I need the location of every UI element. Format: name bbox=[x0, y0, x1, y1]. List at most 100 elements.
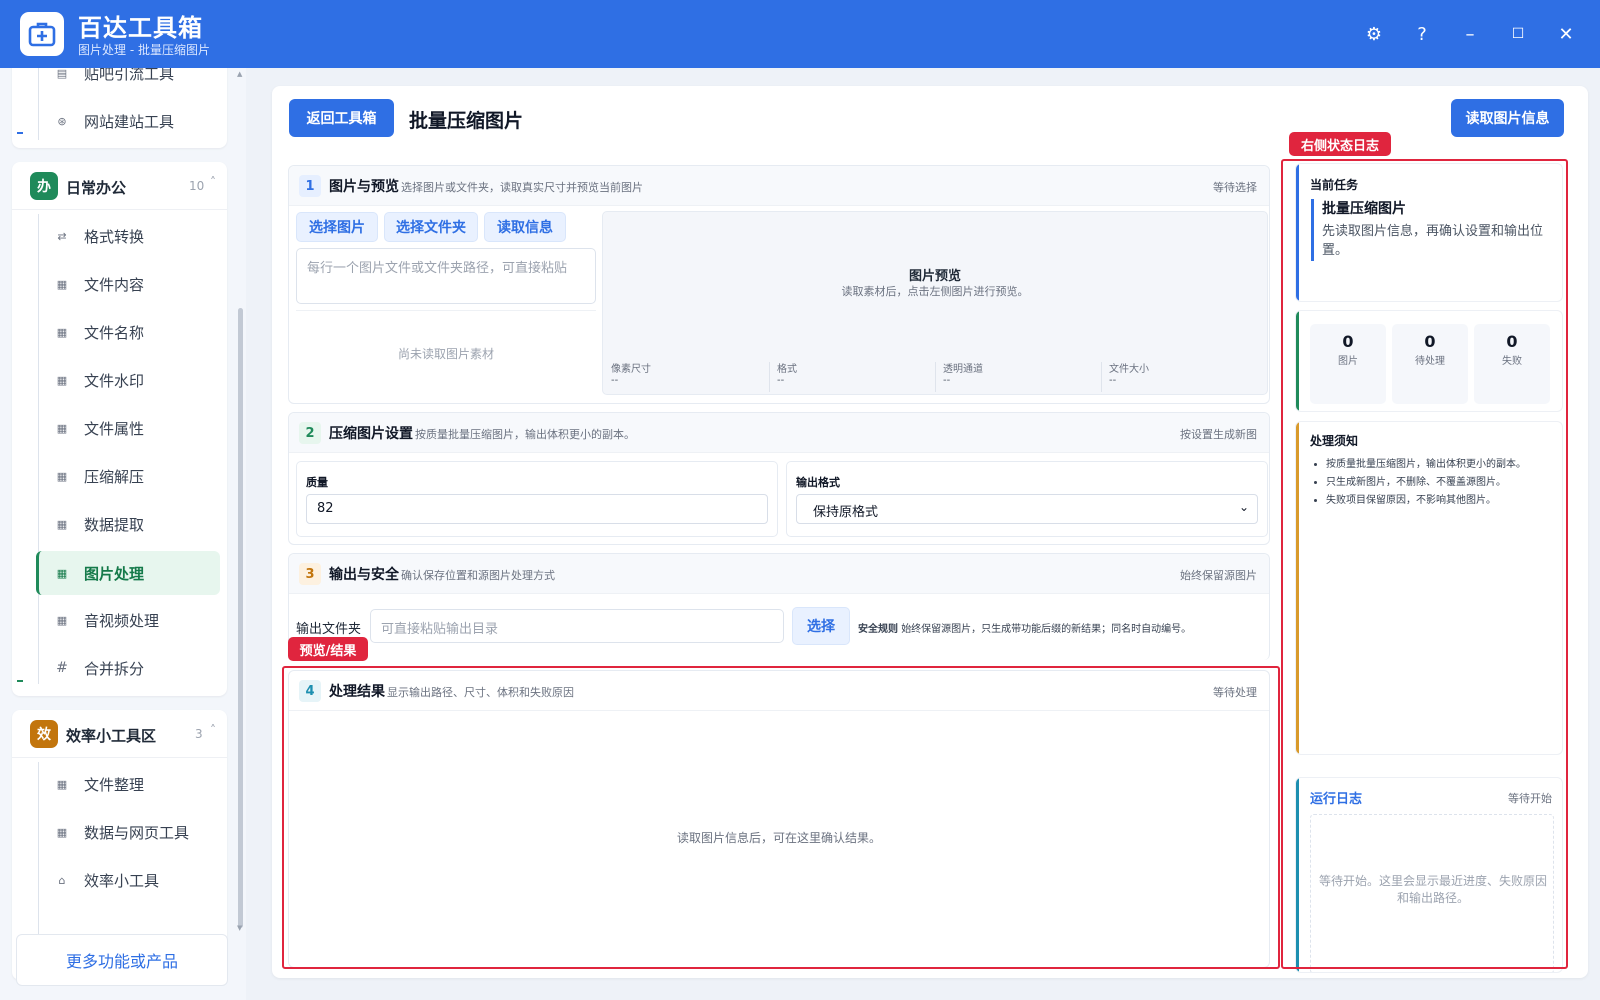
safety-rule: 安全规则 始终保留源图片，只生成带功能后缀的新结果；同名时自动编号。 bbox=[858, 620, 1191, 635]
divider bbox=[296, 310, 596, 311]
chevron-up-icon[interactable]: ˄ bbox=[210, 723, 216, 737]
sidebar-item-file-organize[interactable]: ▦ 文件整理 bbox=[24, 763, 220, 805]
title-bar: 百达工具箱 图片处理 - 批量压缩图片 ⚙ ? – ☐ ✕ bbox=[0, 0, 1600, 68]
sidebar-item-merge-split[interactable]: # 合并拆分 bbox=[24, 647, 220, 689]
section-header: 3 输出与安全 确认保存位置和源图片处理方式 始终保留源图片 bbox=[289, 554, 1269, 594]
pixel-size-field: 像素尺寸 -- bbox=[611, 360, 777, 394]
efficiency-category-icon: 效 bbox=[30, 720, 58, 748]
swap-icon: ⇄ bbox=[57, 229, 67, 243]
sidebar-item-website[interactable]: ⊛ 网站建站工具 bbox=[24, 100, 220, 142]
section-number: 2 bbox=[299, 422, 321, 444]
sidebar-item-label: 图片处理 bbox=[84, 564, 145, 583]
sidebar-item-label: 压缩解压 bbox=[84, 467, 145, 486]
box-icon: ⌂ bbox=[58, 873, 66, 887]
quality-label: 质量 bbox=[306, 476, 328, 489]
accent-mark bbox=[17, 680, 23, 682]
field-value: -- bbox=[943, 375, 951, 386]
note-item: 按质量批量压缩图片，输出体积更小的副本。 bbox=[1326, 456, 1558, 474]
field-label: 透明通道 bbox=[943, 364, 983, 375]
divider bbox=[769, 362, 770, 392]
stat-label: 待处理 bbox=[1415, 356, 1445, 367]
grid-icon: ▦ bbox=[56, 421, 68, 435]
sidebar-item-label: 数据与网页工具 bbox=[84, 823, 190, 842]
safety-rule-text: 始终保留源图片，只生成带功能后缀的新结果；同名时自动编号。 bbox=[901, 624, 1192, 635]
select-output-button[interactable]: 选择 bbox=[792, 607, 850, 645]
app-subtitle: 图片处理 - 批量压缩图片 bbox=[78, 43, 210, 57]
sidebar-item-compress-extract[interactable]: ▦ 压缩解压 bbox=[24, 455, 220, 497]
back-to-toolbox-button[interactable]: 返回工具箱 bbox=[289, 99, 394, 137]
category-office-title[interactable]: 日常办公 bbox=[66, 177, 126, 198]
section-header: 2 压缩图片设置 按质量批量压缩图片，输出体积更小的副本。 按设置生成新图 bbox=[289, 413, 1269, 453]
sidebar-item-label: 文件整理 bbox=[84, 775, 145, 794]
select-folder-button[interactable]: 选择文件夹 bbox=[384, 212, 478, 242]
toolbox-icon bbox=[20, 12, 64, 56]
chevron-up-icon[interactable]: ˄ bbox=[210, 175, 216, 189]
quality-input[interactable]: 82 bbox=[306, 494, 768, 524]
scroll-down-icon[interactable]: ▼ bbox=[237, 924, 242, 932]
accent-bar bbox=[1296, 778, 1299, 972]
grid-icon: ▦ bbox=[56, 517, 68, 531]
stat-number: 0 bbox=[1342, 332, 1354, 351]
sidebar-item-audio-video[interactable]: ▦ 音视频处理 bbox=[24, 599, 220, 641]
minimize-icon[interactable]: – bbox=[1458, 22, 1482, 46]
sidebar-item-file-content[interactable]: ▦ 文件内容 bbox=[24, 263, 220, 305]
sidebar-item-file-name[interactable]: ▦ 文件名称 bbox=[24, 311, 220, 353]
grid-icon: ▦ bbox=[56, 566, 68, 580]
run-log-area[interactable]: 等待开始。这里会显示最近进度、失败原因和输出路径。 bbox=[1310, 814, 1554, 972]
sidebar-item-label: 网站建站工具 bbox=[84, 112, 175, 131]
grid-icon: ▦ bbox=[56, 469, 68, 483]
sidebar-item-file-watermark[interactable]: ▦ 文件水印 bbox=[24, 359, 220, 401]
sidebar-item-file-attributes[interactable]: ▦ 文件属性 bbox=[24, 407, 220, 449]
sidebar-scrollbar[interactable]: ▲ ▼ bbox=[236, 68, 244, 938]
scroll-up-icon[interactable]: ▲ bbox=[237, 70, 242, 78]
scroll-thumb[interactable] bbox=[238, 308, 243, 928]
sidebar-item-label: 音视频处理 bbox=[84, 611, 160, 630]
grid-icon: ▦ bbox=[56, 277, 68, 291]
notes-heading: 处理须知 bbox=[1310, 434, 1359, 448]
image-paths-input[interactable]: 每行一个图片文件或文件夹路径，可直接粘贴 bbox=[296, 248, 596, 304]
stats-panel: 0 图片 0 待处理 0 失败 bbox=[1295, 310, 1563, 412]
safety-rule-label: 安全规则 bbox=[858, 624, 898, 635]
output-folder-input[interactable]: 可直接粘贴输出目录 bbox=[370, 609, 784, 643]
sidebar-item-data-web[interactable]: ▦ 数据与网页工具 bbox=[24, 811, 220, 853]
output-format-field: 输出格式 保持原格式 ⌄ bbox=[786, 461, 1268, 537]
sidebar-item-label: 文件属性 bbox=[84, 419, 145, 438]
section-title: 压缩图片设置 bbox=[329, 426, 413, 442]
image-preview-area[interactable]: 图片预览 读取素材后，点击左侧图片进行预览。 像素尺寸 -- 格式 -- 透明通道 -… bbox=[602, 211, 1268, 395]
sidebar-item-label: 贴吧引流工具 bbox=[84, 68, 175, 83]
hash-icon: # bbox=[56, 660, 68, 676]
read-image-info-button[interactable]: 读取图片信息 bbox=[1451, 99, 1564, 137]
current-task-heading: 当前任务 bbox=[1310, 178, 1359, 192]
help-icon[interactable]: ? bbox=[1410, 22, 1434, 46]
divider bbox=[935, 362, 936, 392]
status-badge: 等待处理 bbox=[1213, 686, 1257, 699]
accent-mark bbox=[17, 132, 23, 134]
grid-icon: ▦ bbox=[56, 325, 68, 339]
sidebar-item-efficiency-tools[interactable]: ⌂ 效率小工具 bbox=[24, 859, 220, 901]
settings-gear-icon[interactable]: ⚙ bbox=[1362, 22, 1386, 46]
read-info-button[interactable]: 读取信息 bbox=[484, 212, 566, 242]
category-efficiency-title[interactable]: 效率小工具区 bbox=[66, 725, 156, 746]
sidebar-item-data-extract[interactable]: ▦ 数据提取 bbox=[24, 503, 220, 545]
category-office-count: 10 bbox=[189, 179, 205, 193]
output-format-select[interactable]: 保持原格式 ⌄ bbox=[796, 494, 1258, 524]
format-field: 格式 -- bbox=[777, 360, 943, 394]
run-log-empty: 等待开始。这里会显示最近进度、失败原因和输出路径。 bbox=[1318, 874, 1547, 905]
current-task-title: 批量压缩图片 bbox=[1322, 201, 1406, 217]
select-image-button[interactable]: 选择图片 bbox=[296, 212, 378, 242]
more-features-button[interactable]: 更多功能或产品 bbox=[16, 934, 228, 986]
accent-bar bbox=[1296, 422, 1299, 754]
sidebar-item-image-processing[interactable]: ▦ 图片处理 bbox=[36, 551, 220, 595]
field-value: -- bbox=[1109, 375, 1117, 386]
maximize-icon[interactable]: ☐ bbox=[1506, 22, 1530, 46]
sidebar-item-label: 合并拆分 bbox=[84, 659, 145, 678]
note-item: 只生成新图片，不删除、不覆盖源图片。 bbox=[1326, 474, 1558, 492]
close-icon[interactable]: ✕ bbox=[1554, 22, 1578, 46]
sidebar-item-tieba[interactable]: ▤ 贴吧引流工具 bbox=[24, 68, 220, 94]
section-title: 输出与安全 bbox=[329, 567, 399, 583]
section-desc: 确认保存位置和源图片处理方式 bbox=[401, 569, 555, 582]
sidebar-item-label: 效率小工具 bbox=[84, 871, 160, 890]
stat-pending: 0 待处理 bbox=[1392, 324, 1468, 404]
run-log-panel: 运行日志 等待开始 等待开始。这里会显示最近进度、失败原因和输出路径。 bbox=[1295, 777, 1563, 973]
sidebar-item-format-convert[interactable]: ⇄ 格式转换 bbox=[24, 215, 220, 257]
